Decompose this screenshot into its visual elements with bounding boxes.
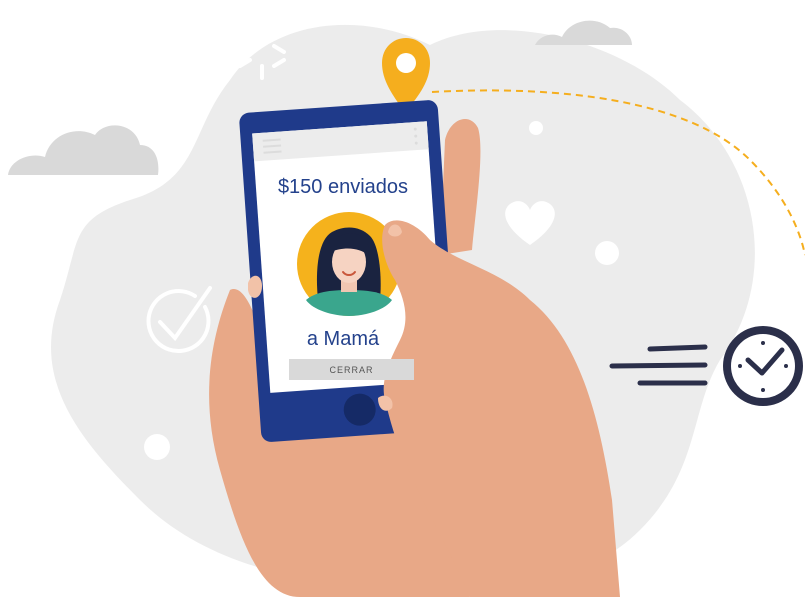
clock-icon xyxy=(723,326,803,406)
dot xyxy=(595,241,619,265)
amount-sent-text: $150 enviados xyxy=(277,176,409,198)
cloud-right xyxy=(535,20,632,45)
illustration-art xyxy=(8,20,805,597)
dot xyxy=(529,121,543,135)
close-button[interactable]: CERRAR xyxy=(289,359,414,380)
cloud-left xyxy=(8,125,159,175)
recipient-text: a Mamá xyxy=(306,328,380,350)
dot xyxy=(144,434,170,460)
illustration: $150 enviados a Mamá CERRAR xyxy=(0,0,805,597)
